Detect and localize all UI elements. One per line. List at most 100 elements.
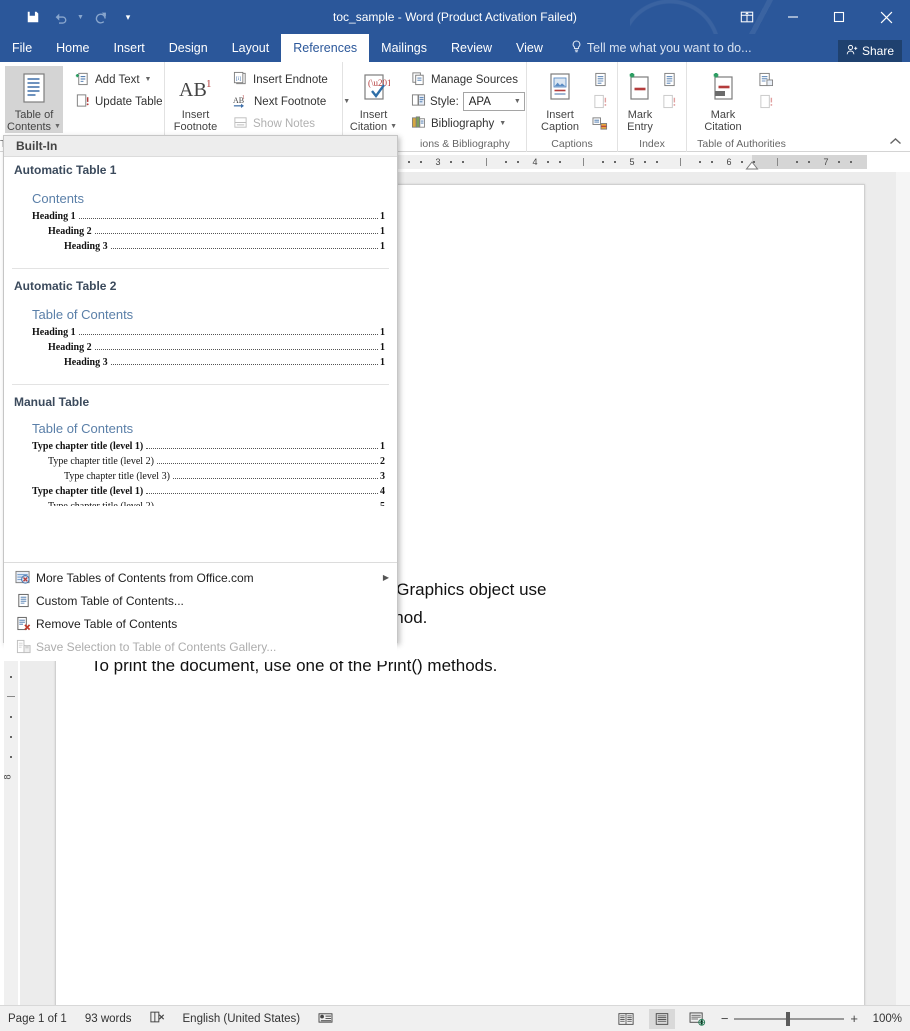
ribbon-display-options-icon[interactable] [724,0,770,34]
cross-reference-icon[interactable] [588,113,612,134]
insert-footnote-button[interactable]: AB 1 Insert Footnote [170,66,221,133]
zoom-out-button[interactable]: − [721,1011,729,1026]
gallery-item-manual-table[interactable]: Manual Table Table of Contents Type chap… [4,389,397,516]
citation-style-select[interactable]: APA ▼ [463,92,525,111]
ribbon-tab-bar: File Home Insert Design Layout Reference… [0,34,910,62]
ruler-number: 8 [3,774,13,779]
update-table-button[interactable]: Update Table [73,91,169,112]
zoom-in-button[interactable]: + [850,1011,858,1026]
next-footnote-button[interactable]: AB1 Next Footnote ▼ [231,91,356,112]
toc-preview-row: Heading 1 1 [32,325,385,340]
ruler-number: 3 [433,155,443,169]
insert-footnote-icon: AB 1 [176,69,216,109]
update-table-label: Update Table [95,96,163,108]
toc-entry-page: 3 [380,469,385,484]
svg-text:AB: AB [179,79,207,101]
gallery-item-automatic-table-1[interactable]: Automatic Table 1 Contents Heading 1 1 H… [4,157,397,264]
toc-entry-page: 1 [380,209,385,224]
manage-sources-button[interactable]: Manage Sources [409,69,531,90]
toc-dropdown-menu[interactable]: More Tables of Contents from Office.com … [4,562,397,661]
gallery-item-name: Automatic Table 2 [12,279,397,293]
ribbon-group-label-citations: ions & Bibliography [404,136,526,152]
leader-dots [95,233,378,234]
insert-caption-button[interactable]: Insert Caption [532,66,588,133]
toc-preview-row: Heading 3 1 [32,355,385,370]
menu-item-label: More Tables of Contents from Office.com [36,571,254,585]
menu-item-more-tables-of-contents[interactable]: More Tables of Contents from Office.com … [4,566,397,589]
tab-file[interactable]: File [0,34,44,62]
gallery-item-name: Automatic Table 1 [12,163,397,177]
ribbon-group-captions: Insert Caption [526,62,617,152]
menu-item-remove-table-of-contents[interactable]: Remove Table of Contents [4,612,397,635]
ribbon-group-label-index: Index [618,136,686,152]
tab-home[interactable]: Home [44,34,101,62]
toc-entry-label: Type chapter title (level 1) [32,439,143,454]
ribbon-group-label-toa: Table of Authorities [687,136,796,152]
mark-entry-button[interactable]: Mark Entry [623,66,657,133]
gallery-item-automatic-table-2[interactable]: Automatic Table 2 Table of Contents Head… [4,273,397,380]
update-table-of-authorities-icon[interactable] [754,91,778,112]
leader-dots [79,334,378,335]
table-of-contents-dropdown[interactable]: Built-In Automatic Table 1 Contents Head… [3,135,398,643]
insert-table-of-authorities-icon[interactable] [754,69,778,90]
read-mode-view-button[interactable] [613,1009,639,1029]
toc-entry-page: 1 [380,239,385,254]
word-count[interactable]: 93 words [85,1013,132,1025]
zoom-track[interactable] [734,1018,844,1020]
macro-recording-icon[interactable] [318,1011,333,1027]
indent-marker-icon [745,161,759,170]
menu-item-label: Save Selection to Table of Contents Gall… [36,640,276,654]
table-of-contents-label-line2: Contents [7,121,51,133]
toc-entry-label: Type chapter title (level 2) [48,499,154,506]
zoom-level[interactable]: 100% [868,1013,902,1025]
tab-view[interactable]: View [504,34,555,62]
toc-preview-row: Heading 1 1 [32,209,385,224]
tab-layout[interactable]: Layout [220,34,282,62]
toc-entry-label: Type chapter title (level 1) [32,484,143,499]
save-selection-icon [10,639,36,654]
insert-table-of-figures-icon[interactable] [588,69,612,90]
zoom-slider[interactable]: − + [721,1011,858,1026]
maximize-restore-button[interactable] [816,0,862,34]
mark-citation-button[interactable]: Mark Citation [692,66,754,133]
tab-references[interactable]: References [281,34,369,62]
insert-endnote-button[interactable]: [i] Insert Endnote [231,69,356,90]
preview-title: Table of Contents [32,307,385,322]
toc-gallery[interactable]: Automatic Table 1 Contents Heading 1 1 H… [4,157,397,562]
update-table-of-figures-icon[interactable] [588,91,612,112]
chevron-down-icon: ▼ [499,120,506,127]
toc-entry-page: 1 [380,224,385,239]
bibliography-button[interactable]: Bibliography ▼ [409,113,531,134]
tab-design[interactable]: Design [157,34,220,62]
leader-dots [79,218,378,219]
tab-mailings[interactable]: Mailings [369,34,439,62]
zoom-thumb[interactable] [786,1012,790,1026]
share-button[interactable]: Share [838,40,902,62]
tab-review[interactable]: Review [439,34,504,62]
page-indicator[interactable]: Page 1 of 1 [8,1013,67,1025]
update-index-icon[interactable] [657,91,681,112]
close-button[interactable] [862,0,910,34]
collapse-ribbon-button[interactable] [889,137,902,149]
add-text-button[interactable]: Add Text ▼ [73,69,169,90]
tell-me-box[interactable]: Tell me what you want to do... [571,34,752,62]
spelling-and-grammar-check-icon[interactable] [150,1010,165,1027]
insert-citation-button[interactable]: (\u2014) Insert Citation ▼ [348,66,399,133]
chevron-down-icon: ▼ [54,121,61,133]
remove-toc-icon [10,616,36,631]
citation-style-icon [411,93,426,110]
office-online-icon [10,570,36,585]
menu-item-custom-table-of-contents[interactable]: Custom Table of Contents... [4,589,397,612]
print-layout-view-button[interactable] [649,1009,675,1029]
tab-insert[interactable]: Insert [102,34,157,62]
table-of-contents-button[interactable]: Table of Contents ▼ [5,66,63,133]
manage-sources-label: Manage Sources [431,74,518,86]
web-layout-view-button[interactable] [685,1009,711,1029]
language-indicator[interactable]: English (United States) [183,1013,301,1025]
toc-entry-label: Heading 3 [64,355,108,370]
minimize-button[interactable] [770,0,816,34]
mark-citation-label-line2: Citation [704,121,741,133]
toc-preview-row: Heading 2 1 [32,340,385,355]
insert-index-icon[interactable] [657,69,681,90]
vertical-scrollbar[interactable] [896,172,910,1005]
